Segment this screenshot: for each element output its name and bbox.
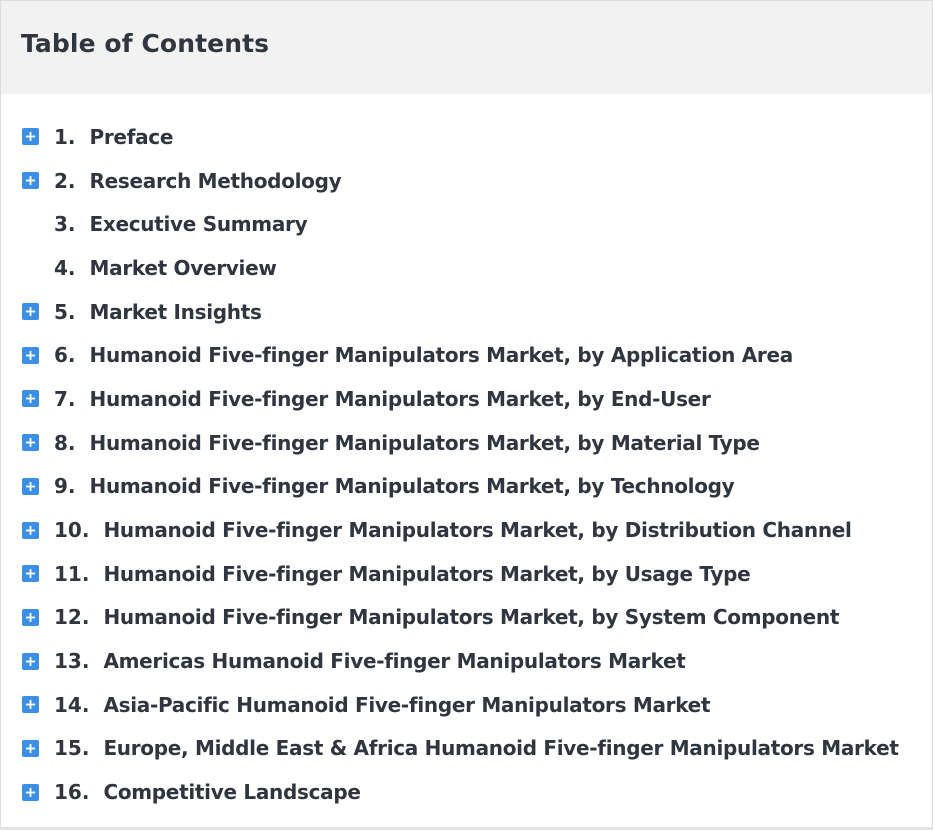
toc-item-number: 3. bbox=[54, 212, 76, 237]
toc-item-number: 11. bbox=[54, 561, 90, 586]
toc-item-number: 12. bbox=[54, 605, 90, 630]
toc-item[interactable]: 4. Market Overview bbox=[1, 246, 932, 290]
table-of-contents-panel: Table of Contents 1. Preface 2. Research Me… bbox=[0, 0, 933, 830]
toc-item[interactable]: 14. Asia-Pacific Humanoid Five-finger Man… bbox=[1, 683, 932, 727]
toc-item-number: 5. bbox=[54, 299, 76, 324]
toc-item-label[interactable]: Market Overview bbox=[90, 258, 277, 278]
plus-icon[interactable] bbox=[22, 608, 39, 626]
toc-item-label[interactable]: Americas Humanoid Five-finger Manipulato… bbox=[103, 651, 685, 671]
toc-item[interactable]: 16. Competitive Landscape bbox=[1, 770, 932, 814]
toc-item-label[interactable]: Humanoid Five-finger Manipulators Market… bbox=[90, 433, 760, 453]
toc-item[interactable]: 5. Market Insights bbox=[1, 290, 932, 334]
toc-item-number: 6. bbox=[54, 343, 76, 368]
toc-item[interactable]: 12. Humanoid Five-finger Manipulators Mar… bbox=[1, 596, 932, 640]
toc-item-label[interactable]: Humanoid Five-finger Manipulators Market… bbox=[90, 345, 794, 365]
plus-icon[interactable] bbox=[22, 696, 39, 714]
plus-icon[interactable] bbox=[22, 652, 39, 670]
toc-item-label[interactable]: Humanoid Five-finger Manipulators Market… bbox=[103, 607, 839, 627]
toc-item[interactable]: 9. Humanoid Five-finger Manipulators Mark… bbox=[1, 465, 932, 509]
toc-item-label[interactable]: Preface bbox=[90, 127, 174, 147]
icon-spacer bbox=[22, 259, 39, 276]
toc-item[interactable]: 3. Executive Summary bbox=[1, 202, 932, 246]
icon-spacer bbox=[22, 216, 39, 233]
toc-item-number: 7. bbox=[54, 386, 76, 411]
toc-item-label[interactable]: Executive Summary bbox=[90, 214, 308, 234]
toc-header: Table of Contents bbox=[1, 1, 932, 94]
plus-icon[interactable] bbox=[22, 172, 39, 190]
toc-item[interactable]: 8. Humanoid Five-finger Manipulators Mark… bbox=[1, 421, 932, 465]
toc-item[interactable]: 2. Research Methodology bbox=[1, 159, 932, 203]
toc-item[interactable]: 1. Preface bbox=[1, 115, 932, 159]
toc-item[interactable]: 7. Humanoid Five-finger Manipulators Mark… bbox=[1, 377, 932, 421]
toc-item[interactable]: 10. Humanoid Five-finger Manipulators Mar… bbox=[1, 508, 932, 552]
toc-item-number: 4. bbox=[54, 255, 76, 280]
toc-item-number: 16. bbox=[54, 780, 90, 805]
toc-item[interactable]: 6. Humanoid Five-finger Manipulators Mark… bbox=[1, 333, 932, 377]
toc-item[interactable]: 11. Humanoid Five-finger Manipulators Mar… bbox=[1, 552, 932, 596]
toc-item-label[interactable]: Asia-Pacific Humanoid Five-finger Manipu… bbox=[103, 695, 710, 715]
toc-item[interactable]: 15. Europe, Middle East & Africa Humanoid… bbox=[1, 727, 932, 771]
toc-item-label[interactable]: Market Insights bbox=[90, 302, 262, 322]
toc-item-label[interactable]: Humanoid Five-finger Manipulators Market… bbox=[90, 476, 735, 496]
toc-item-label[interactable]: Research Methodology bbox=[90, 171, 342, 191]
toc-item-number: 1. bbox=[54, 124, 76, 149]
plus-icon[interactable] bbox=[22, 346, 39, 364]
toc-item-label[interactable]: Humanoid Five-finger Manipulators Market… bbox=[103, 564, 750, 584]
plus-icon[interactable] bbox=[22, 434, 39, 452]
toc-item-number: 10. bbox=[54, 518, 90, 543]
toc-item-number: 9. bbox=[54, 474, 76, 499]
toc-item-label[interactable]: Europe, Middle East & Africa Humanoid Fi… bbox=[103, 738, 898, 758]
toc-item[interactable]: 13. Americas Humanoid Five-finger Manipul… bbox=[1, 639, 932, 683]
toc-item-label[interactable]: Humanoid Five-finger Manipulators Market… bbox=[103, 520, 851, 540]
toc-item-number: 14. bbox=[54, 692, 90, 717]
plus-icon[interactable] bbox=[22, 521, 39, 539]
toc-item-number: 8. bbox=[54, 430, 76, 455]
plus-icon[interactable] bbox=[22, 128, 39, 146]
plus-icon[interactable] bbox=[22, 783, 39, 801]
plus-icon[interactable] bbox=[22, 477, 39, 495]
plus-icon[interactable] bbox=[22, 565, 39, 583]
plus-icon[interactable] bbox=[22, 303, 39, 321]
toc-item-label[interactable]: Humanoid Five-finger Manipulators Market… bbox=[90, 389, 711, 409]
toc-item-number: 15. bbox=[54, 736, 90, 761]
plus-icon[interactable] bbox=[22, 390, 39, 408]
toc-title: Table of Contents bbox=[21, 29, 270, 58]
toc-list: 1. Preface 2. Research Methodology 3. Executi… bbox=[1, 94, 932, 814]
toc-item-number: 2. bbox=[54, 168, 76, 193]
toc-item-number: 13. bbox=[54, 649, 90, 674]
toc-item-label[interactable]: Competitive Landscape bbox=[103, 782, 360, 802]
plus-icon[interactable] bbox=[22, 739, 39, 757]
